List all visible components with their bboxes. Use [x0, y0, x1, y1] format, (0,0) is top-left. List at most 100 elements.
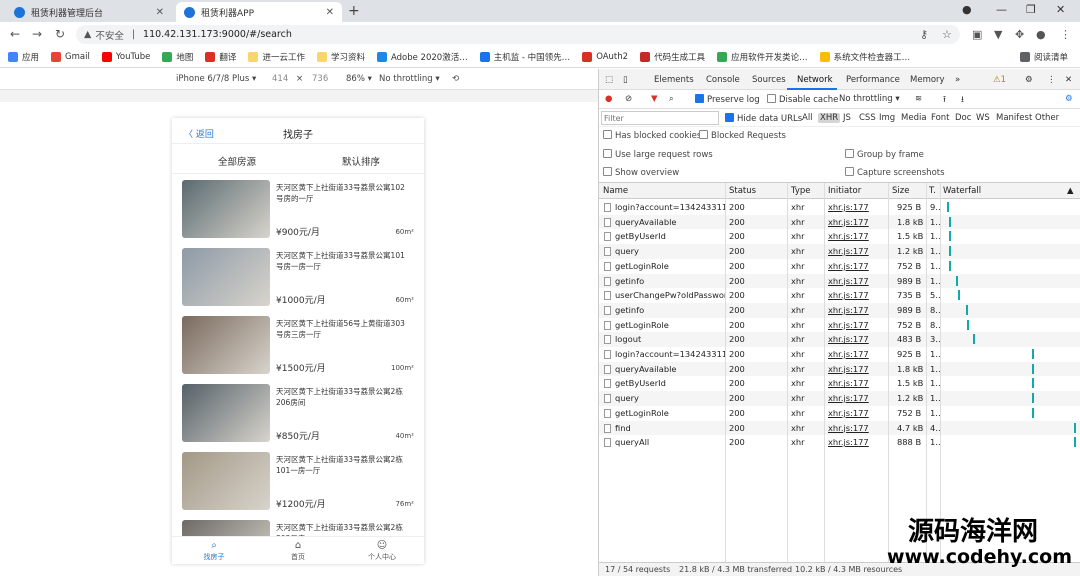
bookmark-item[interactable]: Gmail	[51, 52, 90, 62]
show-overview-checkbox[interactable]: Show overview	[603, 167, 679, 178]
type-filter-manifest[interactable]: Manifest	[996, 113, 1032, 123]
inspect-icon[interactable]: ⬚	[605, 75, 613, 85]
column-type[interactable]: Type	[791, 186, 811, 196]
bookmark-item[interactable]: 主机监 - 中国领先…	[479, 51, 570, 63]
bookmark-item[interactable]: 地图	[162, 51, 193, 63]
more-options-icon[interactable]: ⋮	[1047, 75, 1056, 85]
table-row[interactable]: queryAvailable 200 xhr xhr.js:177 1.8 kB 1…	[599, 214, 1080, 230]
menu-icon[interactable]: ⋮	[1060, 28, 1071, 41]
table-row[interactable]: queryAll 200 xhr xhr.js:177 888 B 1…	[599, 435, 1080, 450]
table-row[interactable]: query 200 xhr xhr.js:177 1.2 kB 1…	[599, 244, 1080, 259]
type-filter-media[interactable]: Media	[901, 113, 927, 123]
table-row[interactable]: getinfo 200 xhr xhr.js:177 989 B 1…	[599, 273, 1080, 289]
sort-default[interactable]: 默认排序	[342, 154, 380, 168]
url-input[interactable]: ▲ 不安全 | 110.42.131.173:9000/#/search	[76, 25, 960, 44]
table-row[interactable]: getinfo 200 xhr xhr.js:177 989 B 8…	[599, 302, 1080, 318]
column-name[interactable]: Name	[603, 186, 628, 196]
cell-initiator[interactable]: xhr.js:177	[828, 408, 886, 418]
rotate-icon[interactable]: ⟲	[452, 74, 459, 84]
extension-icon[interactable]: ▣	[972, 28, 982, 41]
browser-tab-app[interactable]: 租赁利器APP ✕	[176, 2, 342, 22]
bookmark-item[interactable]: 应用软件开发类论…	[717, 51, 808, 63]
new-tab-button[interactable]: +	[348, 3, 360, 19]
column-time[interactable]: T.	[929, 186, 936, 196]
type-filter-img[interactable]: Img	[879, 113, 895, 123]
type-filter-doc[interactable]: Doc	[955, 113, 971, 123]
throttle-select[interactable]: No throttling ▾	[839, 94, 900, 104]
device-width[interactable]: 414	[272, 74, 288, 84]
throttle-select[interactable]: No throttling ▾	[379, 74, 440, 84]
record-icon[interactable]: ●	[605, 94, 612, 104]
more-tabs[interactable]: »	[955, 75, 960, 85]
table-row[interactable]: login?account=134243311… 200 xhr xhr.js:177…	[599, 347, 1080, 362]
search-icon[interactable]: ⌕	[669, 94, 674, 104]
bookmark-item[interactable]: 代码生成工具	[640, 51, 705, 63]
restore-icon[interactable]: ❐	[1026, 3, 1036, 16]
download-icon[interactable]: ⭳	[961, 94, 964, 108]
table-row[interactable]: queryAvailable 200 xhr xhr.js:177 1.8 kB 1…	[599, 361, 1080, 377]
filter-icon[interactable]: ▼	[651, 94, 658, 104]
blocked-cookies-checkbox[interactable]: Has blocked cookies	[603, 130, 701, 141]
listing-list[interactable]: 天河区黄下上社街道33号荔景公寓102号房的一厅 ¥900元/月 60m² 天河区黄下…	[172, 174, 424, 536]
cell-initiator[interactable]: xhr.js:177	[828, 423, 886, 433]
browser-tab-admin[interactable]: 租赁利器管理后台 ✕	[6, 2, 172, 22]
reload-icon[interactable]: ↻	[55, 27, 65, 41]
listing-item[interactable]: 天河区黄下上社街道56号上黄街道303号房三房一厅 ¥1500元/月 100m²	[182, 316, 414, 376]
bookmark-item[interactable]: 学习资料	[316, 51, 365, 63]
table-row[interactable]: query 200 xhr xhr.js:177 1.2 kB 1…	[599, 391, 1080, 406]
table-row[interactable]: getLoginRole 200 xhr xhr.js:177 752 B 8…	[599, 318, 1080, 333]
cell-initiator[interactable]: xhr.js:177	[828, 217, 886, 227]
type-filter-css[interactable]: CSS	[859, 113, 876, 123]
listing-item[interactable]: 天河区黄下上社街道33号荔景公寓102号房的一厅 ¥900元/月 60m²	[182, 180, 414, 240]
close-icon[interactable]: ✕	[326, 7, 334, 18]
cell-initiator[interactable]: xhr.js:177	[828, 246, 886, 256]
clear-icon[interactable]: ⊘	[625, 94, 632, 104]
security-status[interactable]: 不安全	[95, 28, 124, 42]
tab-elements[interactable]: Elements	[654, 75, 694, 85]
blocked-requests-checkbox[interactable]: Blocked Requests	[699, 130, 786, 141]
large-rows-checkbox[interactable]: Use large request rows	[603, 149, 713, 160]
tab-network[interactable]: Network	[797, 75, 833, 85]
tab-memory[interactable]: Memory	[910, 75, 945, 85]
type-filter-ws[interactable]: WS	[976, 113, 990, 123]
column-size[interactable]: Size	[892, 186, 909, 196]
star-icon[interactable]: ☆	[942, 28, 952, 41]
tab-search-icon[interactable]: ●	[962, 3, 972, 16]
cell-initiator[interactable]: xhr.js:177	[828, 378, 886, 388]
table-row[interactable]: userChangePw?oldPasswor… 200 xhr xhr.js:177…	[599, 288, 1080, 303]
warning-count[interactable]: ⚠1	[993, 75, 1006, 85]
hide-data-urls-checkbox[interactable]: Hide data URLs	[725, 113, 802, 124]
zoom-select[interactable]: 86% ▾	[346, 74, 372, 84]
capture-screenshots-checkbox[interactable]: Capture screenshots	[845, 167, 945, 178]
cell-initiator[interactable]: xhr.js:177	[828, 290, 886, 300]
type-filter-font[interactable]: Font	[931, 113, 950, 123]
disable-cache-checkbox[interactable]: Disable cache	[767, 94, 838, 105]
cell-initiator[interactable]: xhr.js:177	[828, 393, 886, 403]
table-row[interactable]: getLoginRole 200 xhr xhr.js:177 752 B 1…	[599, 259, 1080, 274]
profile-avatar-icon[interactable]: ●	[1036, 28, 1046, 41]
column-status[interactable]: Status	[729, 186, 756, 196]
cell-initiator[interactable]: xhr.js:177	[828, 305, 886, 315]
bookmark-item[interactable]: YouTube	[101, 52, 150, 62]
bookmark-item[interactable]: OAuth2	[582, 52, 628, 62]
settings-gear-icon[interactable]: ⚙	[1025, 75, 1033, 85]
minimize-icon[interactable]: —	[996, 3, 1007, 16]
bookmark-item[interactable]: 阅读清单	[1019, 51, 1068, 63]
listing-item[interactable]: 天河区黄下上社街道33号荔景公寓2栋101一房一厅 ¥1200元/月 76m²	[182, 452, 414, 512]
tab-home[interactable]: ⌂ 首页	[256, 539, 340, 562]
column-initiator[interactable]: Initiator	[828, 186, 861, 196]
type-filter-xhr[interactable]: XHR	[818, 113, 841, 123]
listing-item[interactable]: 天河区黄下上社街道33号荔景公寓2栋303号房	[182, 520, 414, 536]
cell-initiator[interactable]: xhr.js:177	[828, 202, 886, 212]
back-arrow-icon[interactable]: ←	[10, 27, 20, 41]
bookmark-item[interactable]: 进一云工作	[248, 51, 305, 63]
table-row[interactable]: getLoginRole 200 xhr xhr.js:177 752 B 1…	[599, 406, 1080, 421]
table-row[interactable]: find 200 xhr xhr.js:177 4.7 kB 4…	[599, 420, 1080, 436]
filter-all-listings[interactable]: 全部房源	[218, 154, 256, 168]
puzzle-icon[interactable]: ✥	[1015, 28, 1024, 41]
table-row[interactable]: login?account=134243311… 200 xhr xhr.js:177…	[599, 200, 1080, 215]
type-filter-js[interactable]: JS	[843, 113, 851, 123]
tab-find-house[interactable]: ⌕ 找房子	[172, 539, 256, 562]
vue-devtools-icon[interactable]: ▼	[994, 28, 1002, 41]
upload-icon[interactable]: ⭱	[943, 94, 946, 108]
